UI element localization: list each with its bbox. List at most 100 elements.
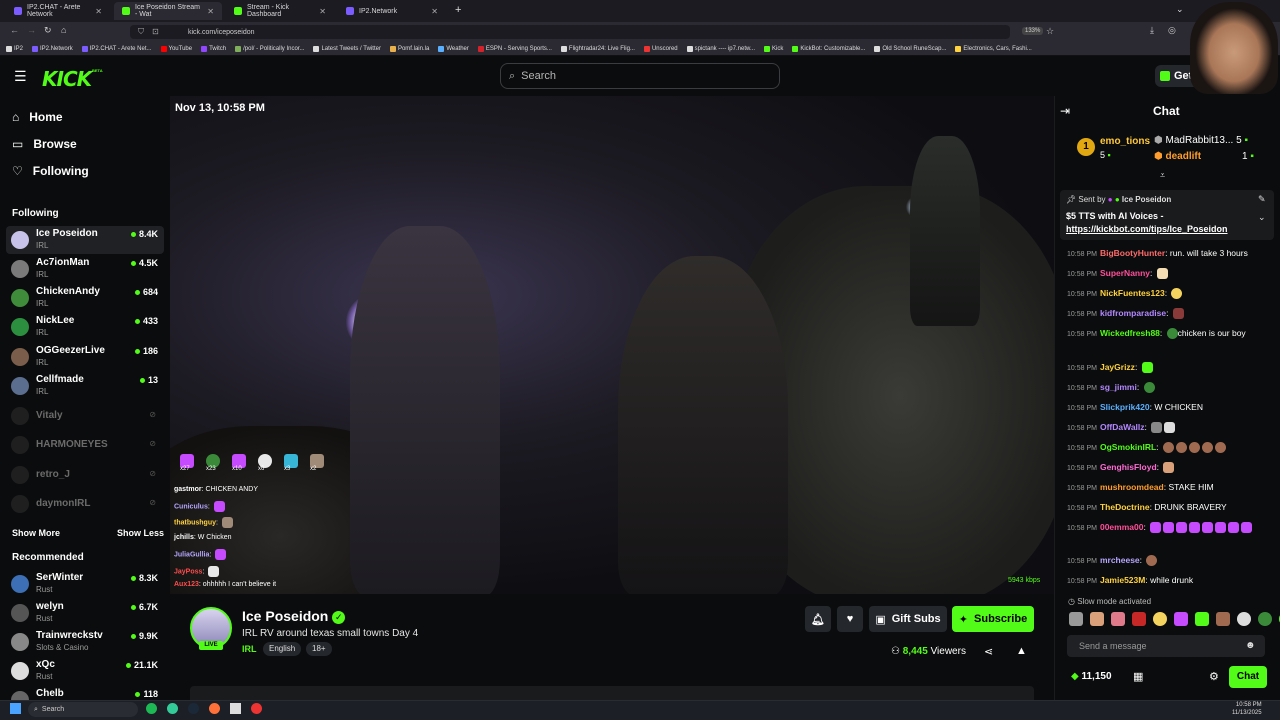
subscribe-button[interactable]: ✦ Subscribe [952, 606, 1034, 632]
emoji-icon[interactable]: ☻ [1245, 640, 1256, 651]
search-input[interactable]: ⌕ Search [500, 63, 780, 89]
bookmark[interactable]: Electronics, Cars, Fashi... [955, 45, 1032, 52]
browser-tab[interactable]: IP2.CHAT - Arete Network ✕ [6, 2, 110, 20]
show-more-button[interactable]: Show More [12, 528, 60, 538]
sidebar-channel-offline[interactable]: HARMONEYES ⊘ [6, 431, 164, 459]
browser-tab[interactable]: Stream - Kick Dashboard ✕ [226, 2, 334, 20]
zoom-level[interactable]: 133% [1022, 27, 1044, 35]
bookmark[interactable]: Old School RuneScap... [874, 45, 946, 52]
bookmark-star-icon[interactable]: ☆ [1046, 26, 1054, 37]
emote-icon[interactable] [1258, 612, 1272, 626]
new-tab-icon[interactable]: + [455, 4, 461, 16]
share-icon[interactable]: ⋖ [984, 645, 993, 658]
bookmark[interactable]: IP2.CHAT - Arete Net... [81, 45, 152, 52]
emote-icon[interactable] [1111, 612, 1125, 626]
bookmark[interactable]: Pomf.lain.la [389, 45, 429, 52]
emote-icon[interactable] [1090, 612, 1104, 626]
leaderboard-user[interactable]: emo_tions [1100, 136, 1150, 147]
tag-pill[interactable]: English [263, 642, 302, 656]
steam-icon[interactable] [188, 703, 199, 714]
close-icon[interactable]: ✕ [431, 7, 438, 16]
sidebar-channel-offline[interactable]: Vitaly ⊘ [6, 402, 164, 430]
channel-points[interactable]: ◆ 11,150 [1071, 671, 1112, 682]
follow-heart-button[interactable]: ♥ [837, 606, 863, 632]
video-player[interactable] [170, 96, 1054, 594]
collapse-chat-icon[interactable]: ⇥ [1060, 104, 1070, 118]
tab-list-icon[interactable]: ⌄ [1176, 4, 1184, 15]
taskbar-clock[interactable]: 10:58 PM 11/13/2025 [1232, 701, 1262, 717]
bookmark[interactable]: Twitch [201, 45, 226, 52]
emote-icon[interactable] [1132, 612, 1146, 626]
reload-icon[interactable]: ↻ [44, 25, 52, 36]
show-less-button[interactable]: Show Less [117, 528, 164, 538]
sidebar-channel-offline[interactable]: daymonIRL ⊘ [6, 490, 164, 518]
nav-following[interactable]: ♡ Following [12, 164, 89, 178]
download-icon[interactable]: ⤓ [1150, 25, 1154, 36]
taskbar-search[interactable]: ⌕ Search [28, 702, 138, 717]
sidebar-channel[interactable]: ChickenAndy IRL 684 [6, 284, 164, 312]
bookmark[interactable]: IP2.Network [32, 45, 73, 52]
back-icon[interactable]: ← [10, 25, 19, 35]
sidebar-channel[interactable]: Cellfmade IRL 13 [6, 372, 164, 400]
forward-icon[interactable]: → [27, 25, 36, 35]
bookmark[interactable]: YouTube [160, 45, 192, 52]
x-icon[interactable] [230, 703, 241, 714]
start-icon[interactable] [10, 703, 21, 714]
nav-browse[interactable]: ▭ Browse [12, 137, 77, 151]
calendar-icon[interactable]: ▦ [1133, 670, 1143, 683]
close-icon[interactable]: ✕ [319, 7, 326, 16]
bookmark[interactable]: /pol/ - Politically Incor... [235, 45, 304, 52]
chrome-icon[interactable] [167, 703, 178, 714]
sidebar-channel[interactable]: Trainwreckstv Slots & Casino 9.9K [6, 628, 164, 656]
bookmark[interactable]: ESPN - Serving Sports... [477, 45, 552, 52]
firefox-icon[interactable] [209, 703, 220, 714]
unpin-icon[interactable]: ✎ [1258, 194, 1266, 205]
home-icon[interactable]: ⌂ [61, 25, 66, 35]
gear-icon[interactable]: ⚙ [1209, 670, 1219, 683]
leaderboard-entry[interactable]: ⬢ deadlift 1 ▪ [1154, 151, 1254, 162]
tag-pill[interactable]: 18+ [306, 642, 332, 656]
bookmark[interactable]: spictank ---- ip7.netw... [686, 45, 755, 52]
menu-icon[interactable]: ☰ [14, 68, 27, 85]
report-icon[interactable]: ▲ [1016, 645, 1027, 657]
chat-send-button[interactable]: Chat [1229, 666, 1267, 688]
emote-icon[interactable] [1195, 612, 1209, 626]
browser-tab-active[interactable]: Ice Poseidon Stream - Wat ✕ [114, 2, 222, 20]
bookmark[interactable]: Weather [438, 45, 469, 52]
browser-tab[interactable]: IP2.Network ✕ [338, 2, 446, 20]
bookmark[interactable]: IP2 [6, 45, 23, 52]
chat-input[interactable]: Send a message ☻ [1067, 635, 1265, 657]
nav-home[interactable]: ⌂ Home [12, 110, 63, 124]
bookmark[interactable]: Kick [764, 45, 783, 52]
chevron-down-icon[interactable]: ⌄ [1258, 212, 1266, 223]
emote-icon[interactable] [1216, 612, 1230, 626]
sidebar-channel[interactable]: xQc Rust 21.1K [6, 657, 164, 685]
sidebar-channel[interactable]: NickLee IRL 433 [6, 313, 164, 341]
stream-category-link[interactable]: IRL [242, 644, 257, 654]
sidebar-channel[interactable]: SerWinter Rust 8.3K [6, 570, 164, 598]
obs-icon[interactable] [251, 703, 262, 714]
sidebar-channel[interactable]: welyn Rust 6.7K [6, 599, 164, 627]
url-field[interactable]: ⛉ ⊡ kick.com/iceposeidon 133% ☆ [130, 25, 1054, 39]
close-icon[interactable]: ✕ [95, 7, 102, 16]
spotify-icon[interactable] [146, 703, 157, 714]
emote-icon[interactable] [1174, 612, 1188, 626]
pinned-message[interactable]: 📌︎ Sent by ● ● Ice Poseidon $5 TTS with … [1060, 190, 1274, 240]
sidebar-channel[interactable]: Ac7ionMan IRL 4.5K [6, 255, 164, 283]
emote-icon[interactable] [1237, 612, 1251, 626]
streamer-name[interactable]: Ice Poseidon ✓ [242, 608, 346, 624]
emote-icon[interactable] [1153, 612, 1167, 626]
emote-icon[interactable] [1069, 612, 1083, 626]
pinned-link[interactable]: https://kickbot.com/tips/Ice_Poseidon [1066, 224, 1228, 234]
bookmark[interactable]: Latest Tweets / Twitter [313, 45, 381, 52]
kick-logo[interactable]: KICK [42, 67, 92, 91]
sidebar-channel[interactable]: OGGeezerLive IRL 186 [6, 343, 164, 371]
account-icon[interactable]: ◎ [1168, 25, 1176, 36]
sidebar-channel[interactable]: Ice Poseidon IRL 8.4K [6, 226, 164, 254]
leaderboard-entry[interactable]: ⬢ MadRabbit13... 5 ▪ [1154, 135, 1248, 146]
bookmark[interactable]: KickBot: Customizable... [792, 45, 865, 52]
leaderboard-expand-icon[interactable]: ⩡ [1160, 170, 1165, 181]
sidebar-channel-offline[interactable]: retro_J ⊘ [6, 461, 164, 489]
close-icon[interactable]: ✕ [207, 7, 214, 16]
bookmark[interactable]: Flightradar24: Live Flig... [560, 45, 635, 52]
